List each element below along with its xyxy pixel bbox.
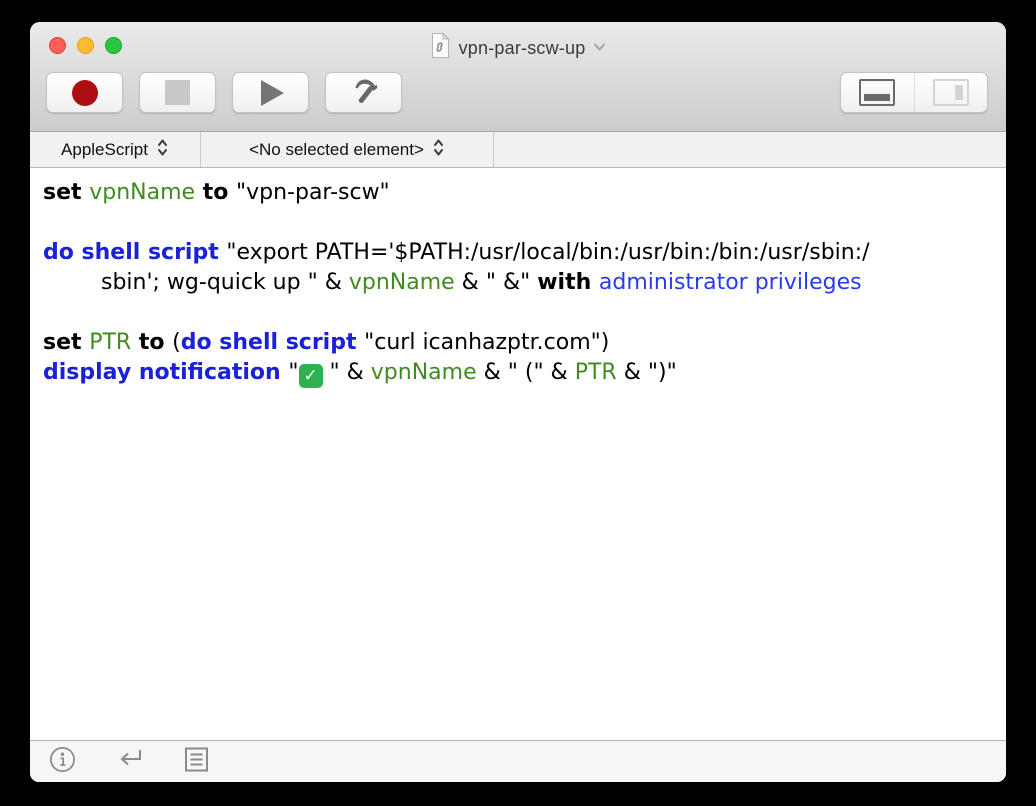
code-line: do shell script "export PATH='$PATH:/usr… xyxy=(43,238,993,268)
code-token-kw: set xyxy=(43,180,89,205)
code-token-plain: & " &" xyxy=(455,270,538,295)
info-icon xyxy=(49,746,76,778)
script-editor-window: vpn-par-scw-up xyxy=(30,22,1006,782)
description-button[interactable] xyxy=(49,746,76,778)
code-token-kw: with xyxy=(537,270,599,295)
window-header: vpn-par-scw-up xyxy=(30,22,1006,132)
code-token-plain: "export PATH='$PATH:/usr/local/bin:/usr/… xyxy=(226,240,869,265)
code-token-plain: " & xyxy=(323,360,371,385)
desktop-background: vpn-par-scw-up xyxy=(0,0,1036,806)
code-line: set PTR to (do shell script "curl icanha… xyxy=(43,328,993,358)
run-icon xyxy=(261,80,284,106)
record-icon xyxy=(72,80,98,106)
code-token-cmd: do shell script xyxy=(43,240,226,265)
code-token-plain: ( xyxy=(172,330,181,355)
code-token-plain: & ")" xyxy=(617,360,677,385)
code-token-plain: sbin'; wg-quick up " & xyxy=(101,270,349,295)
result-button[interactable] xyxy=(116,747,144,776)
code-token-plain: & " (" & xyxy=(477,360,575,385)
code-line: sbin'; wg-quick up " & vpnName & " &" wi… xyxy=(43,268,993,298)
code-token-cmd: do shell script xyxy=(181,330,364,355)
log-button[interactable] xyxy=(184,746,209,778)
code-token-var: PTR xyxy=(89,330,131,355)
code-token-plain: "curl icanhazptr.com") xyxy=(364,330,609,355)
toolbar xyxy=(46,72,402,113)
code-token-plain: "vpn-par-scw" xyxy=(236,180,390,205)
script-document-icon[interactable] xyxy=(430,32,451,64)
element-popup[interactable]: <No selected element> xyxy=(201,132,494,167)
element-popup-label: <No selected element> xyxy=(249,140,424,160)
window-title-group: vpn-par-scw-up xyxy=(30,34,1006,62)
code-line xyxy=(43,208,993,238)
accessory-bar xyxy=(30,740,1006,782)
toggle-side-pane-button[interactable] xyxy=(914,73,988,112)
log-icon xyxy=(184,746,209,778)
toggle-bottom-pane-button[interactable] xyxy=(841,73,914,112)
code-line xyxy=(43,298,993,328)
run-button[interactable] xyxy=(232,72,309,113)
checkmark-emoji: ✓ xyxy=(299,364,323,388)
code-token-var: vpnName xyxy=(349,270,455,295)
record-button[interactable] xyxy=(46,72,123,113)
language-popup-label: AppleScript xyxy=(61,140,148,160)
code-line: set vpnName to "vpn-par-scw" xyxy=(43,178,993,208)
code-line: display notification "✓ " & vpnName & " … xyxy=(43,358,993,388)
code-token-var: PTR xyxy=(575,360,617,385)
code-token-kw: set xyxy=(43,330,89,355)
code-token-param: administrator privileges xyxy=(599,270,862,295)
stop-icon xyxy=(165,80,190,105)
code-token-kw: to xyxy=(195,180,236,205)
code-token-var: vpnName xyxy=(89,180,195,205)
code-token-kw: to xyxy=(131,330,172,355)
code-token-plain: " xyxy=(288,360,298,385)
window-title: vpn-par-scw-up xyxy=(459,38,586,59)
compile-button[interactable] xyxy=(325,72,402,113)
compile-icon xyxy=(347,73,381,112)
return-icon xyxy=(116,747,144,776)
stop-button[interactable] xyxy=(139,72,216,113)
updown-chevrons-icon xyxy=(432,137,445,163)
selector-bar: AppleScript <No selected element> xyxy=(30,132,1006,168)
view-toggle-group xyxy=(840,72,988,113)
chevron-down-icon[interactable] xyxy=(593,39,606,57)
code-editor[interactable]: set vpnName to "vpn-par-scw" do shell sc… xyxy=(30,168,1006,740)
panel-right-icon xyxy=(933,79,969,106)
code-token-cmd: display notification xyxy=(43,360,288,385)
panel-bottom-icon xyxy=(859,79,895,106)
updown-chevrons-icon xyxy=(156,137,169,163)
language-popup[interactable]: AppleScript xyxy=(30,132,201,167)
code-token-var: vpnName xyxy=(371,360,477,385)
